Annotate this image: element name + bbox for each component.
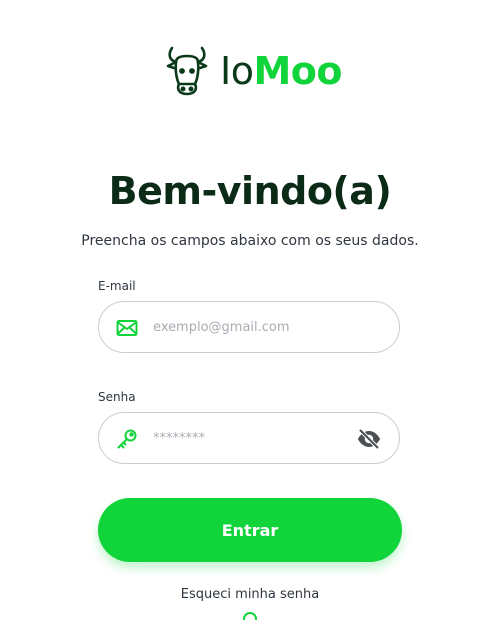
email-label: E-mail: [98, 279, 136, 293]
email-input[interactable]: [153, 302, 353, 352]
help-link-row[interactable]: [0, 612, 500, 620]
eye-off-icon[interactable]: [357, 427, 381, 451]
forgot-password-link[interactable]: Esqueci minha senha: [181, 587, 319, 602]
page-title: Bem-vindo(a): [108, 169, 392, 213]
help-circle-icon: [243, 612, 257, 620]
page-subtitle: Preencha os campos abaixo com os seus da…: [81, 233, 419, 249]
forgot-password-container: Esqueci minha senha: [0, 586, 500, 604]
key-icon: [117, 429, 137, 449]
brand-wordmark: IoMoo: [220, 44, 342, 98]
brand-wordmark-prefix: Io: [220, 49, 254, 93]
password-field[interactable]: [98, 412, 400, 464]
login-page: IoMoo Bem-vindo(a) Preencha os campos ab…: [0, 0, 500, 620]
bull-head-icon: [166, 46, 208, 96]
envelope-icon: [116, 320, 138, 336]
login-button[interactable]: Entrar: [98, 498, 402, 562]
password-label: Senha: [98, 390, 136, 404]
password-input[interactable]: [153, 413, 353, 463]
email-field[interactable]: [98, 301, 400, 353]
brand-wordmark-suffix: Moo: [253, 49, 342, 93]
brand-logo: IoMoo: [160, 44, 342, 98]
